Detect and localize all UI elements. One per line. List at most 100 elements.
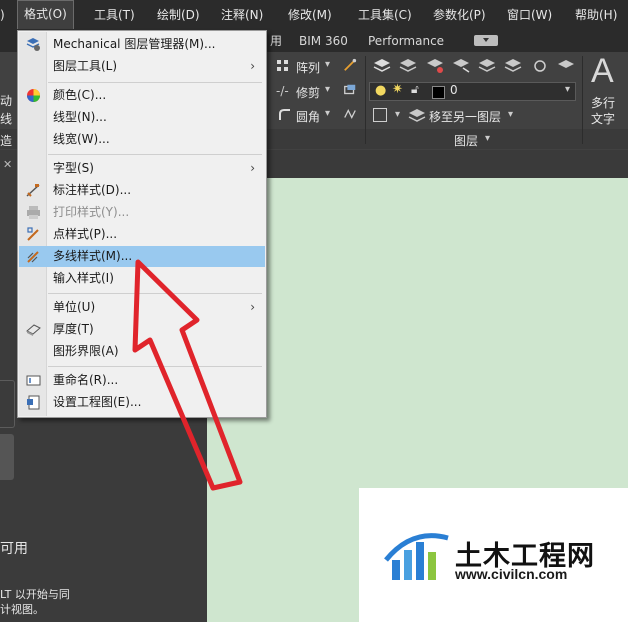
menu-item-label: 打印样式(Y)... bbox=[53, 205, 130, 219]
stretch-icon[interactable] bbox=[343, 58, 357, 72]
menu-item-point-style[interactable]: 点样式(P)... bbox=[19, 224, 265, 245]
point-style-icon bbox=[27, 227, 39, 241]
menu-item-format[interactable]: 格式(O) bbox=[17, 0, 74, 29]
layer-match-chevron-icon[interactable]: ▾ bbox=[395, 109, 400, 120]
print-style-icon bbox=[27, 206, 40, 219]
offset-icon[interactable] bbox=[343, 83, 357, 97]
join-icon[interactable] bbox=[343, 107, 357, 121]
submenu-arrow-icon: › bbox=[250, 300, 255, 314]
menu-item-label: 线宽(W)... bbox=[53, 132, 110, 146]
layers-panel-label[interactable]: 图层 bbox=[454, 132, 478, 149]
menu-item-annotate[interactable]: 注释(N) bbox=[221, 0, 263, 30]
menu-item-help[interactable]: 帮助(H) bbox=[575, 0, 617, 30]
left-panel-text-2: LT 以开始与同 bbox=[0, 588, 70, 601]
layer-freeze-icon[interactable] bbox=[504, 58, 522, 74]
layer-walk-icon[interactable] bbox=[557, 58, 575, 74]
drawing-setup-icon bbox=[27, 395, 40, 410]
layer-lock-icon[interactable] bbox=[531, 58, 549, 74]
move-to-layer-button[interactable]: 移至另一图层 bbox=[429, 108, 501, 125]
menu-separator bbox=[48, 154, 262, 155]
menu-item-toolsets[interactable]: 工具集(C) bbox=[358, 0, 412, 30]
layer-isolate-icon[interactable] bbox=[426, 58, 444, 74]
menu-item-thickness[interactable]: 厚度(T) bbox=[19, 319, 265, 340]
menu-item-layer-tools[interactable]: 图层工具(L) › bbox=[19, 56, 265, 77]
layer-manager-icon bbox=[26, 38, 40, 51]
file-tab-bar bbox=[207, 150, 628, 178]
submenu-arrow-icon: › bbox=[250, 59, 255, 73]
rename-icon bbox=[26, 375, 41, 386]
menu-item-label: 多线样式(M)... bbox=[53, 249, 133, 263]
left-panel-text-3: 计视图。 bbox=[0, 603, 44, 616]
array-button[interactable]: 阵列 bbox=[296, 59, 320, 76]
lightbulb-icon: ● bbox=[375, 83, 387, 98]
menu-item-dimension-style[interactable]: 标注样式(D)... bbox=[19, 180, 265, 201]
menu-item-draw[interactable]: 绘制(D) bbox=[157, 0, 200, 30]
fillet-dropdown-chevron-icon[interactable]: ▾ bbox=[325, 108, 330, 119]
move-to-layer-chevron-icon[interactable]: ▾ bbox=[508, 109, 513, 120]
format-menu-dropdown: Mechanical 图层管理器(M)... 图层工具(L) › 颜色(C)..… bbox=[17, 30, 267, 418]
menu-item-modify[interactable]: 修改(M) bbox=[288, 0, 332, 30]
left-ribbon-fragment-1: 动 bbox=[0, 94, 13, 108]
menu-item-text-style[interactable]: 字型(S) › bbox=[19, 158, 265, 179]
menu-item-label: 标注样式(D)... bbox=[53, 183, 132, 197]
left-panel-text-1: 可用 bbox=[0, 541, 28, 557]
menu-item-multiline-style[interactable]: 多线样式(M)... bbox=[19, 246, 265, 267]
menu-bar: ) 格式(O) 工具(T) 绘制(D) 注释(N) 修改(M) 工具集(C) 参… bbox=[0, 0, 628, 31]
tab-bim360[interactable]: BIM 360 bbox=[299, 30, 348, 52]
menu-item-drawing-setup[interactable]: 设置工程图(E)... bbox=[19, 392, 265, 413]
submenu-arrow-icon: › bbox=[250, 161, 255, 175]
array-dropdown-chevron-icon[interactable]: ▾ bbox=[325, 59, 330, 70]
move-to-layer-icon bbox=[408, 109, 426, 122]
layer-off-icon[interactable] bbox=[478, 58, 496, 74]
multiline-text-label-1[interactable]: 多行 bbox=[591, 94, 615, 111]
panel-close-icon[interactable]: ✕ bbox=[3, 158, 12, 171]
fillet-button[interactable]: 圆角 bbox=[296, 108, 320, 125]
menu-item-linetype[interactable]: 线型(N)... bbox=[19, 107, 265, 128]
menu-item-label: 厚度(T) bbox=[53, 322, 94, 336]
menu-separator bbox=[48, 366, 262, 367]
dimension-style-icon bbox=[26, 184, 40, 197]
left-ribbon-fragment-3: 造 bbox=[0, 134, 13, 148]
layer-properties-icon[interactable] bbox=[373, 58, 391, 74]
menu-item-units[interactable]: 单位(U) › bbox=[19, 297, 265, 318]
menu-item-lineweight[interactable]: 线宽(W)... bbox=[19, 129, 265, 150]
menu-item-label: 设置工程图(E)... bbox=[53, 395, 142, 409]
layer-dropdown-value: 0 bbox=[450, 83, 458, 97]
left-ribbon-fragment-2: 线 bbox=[0, 112, 13, 126]
tab-performance[interactable]: Performance bbox=[368, 30, 444, 52]
trim-button[interactable]: 修剪 bbox=[296, 84, 320, 101]
menu-item-label: 单位(U) bbox=[53, 300, 96, 314]
layers-panel-chevron-icon[interactable]: ▾ bbox=[485, 133, 490, 144]
left-panel-button-2[interactable] bbox=[0, 434, 14, 480]
menu-item-import-style[interactable]: 输入样式(I) bbox=[19, 268, 265, 289]
trim-dropdown-icon[interactable]: -/- bbox=[276, 84, 289, 98]
menu-item-label: 重命名(R)... bbox=[53, 373, 119, 387]
menu-item-mechanical-layer-manager[interactable]: Mechanical 图层管理器(M)... bbox=[19, 34, 265, 55]
multiline-text-icon[interactable]: A bbox=[591, 52, 614, 91]
menu-item-rename[interactable]: 重命名(R)... bbox=[19, 370, 265, 391]
layer-dropdown-chevron-icon[interactable]: ▾ bbox=[565, 84, 570, 95]
menu-item-label: 图层工具(L) bbox=[53, 59, 118, 73]
trim-dropdown-chevron-icon[interactable]: ▾ bbox=[325, 84, 330, 95]
tab-fragment[interactable]: 用 bbox=[270, 30, 282, 52]
multiline-text-label-2[interactable]: 文字 bbox=[591, 110, 615, 127]
layer-unisolate-icon[interactable] bbox=[452, 58, 470, 74]
menu-item-window[interactable]: 窗口(W) bbox=[507, 0, 552, 30]
layer-match-icon[interactable] bbox=[373, 108, 387, 122]
menu-item-parametric[interactable]: 参数化(P) bbox=[433, 0, 486, 30]
left-panel-button-1[interactable] bbox=[0, 380, 15, 428]
sun-icon: ✷ bbox=[392, 82, 403, 97]
ribbon-separator-2 bbox=[582, 56, 583, 144]
tab-overflow-toggle[interactable] bbox=[474, 35, 498, 46]
layer-state-icon[interactable] bbox=[399, 58, 417, 74]
menu-item-tools[interactable]: 工具(T) bbox=[94, 0, 135, 30]
menu-item-color[interactable]: 颜色(C)... bbox=[19, 85, 265, 106]
menu-item-plot-style[interactable]: 打印样式(Y)... bbox=[19, 202, 265, 223]
menu-item-drawing-limits[interactable]: 图形界限(A) bbox=[19, 341, 265, 362]
menu-item-label: 输入样式(I) bbox=[53, 271, 114, 285]
unlock-icon: 🔓︎ bbox=[411, 82, 419, 96]
menu-item-label: 图形界限(A) bbox=[53, 344, 119, 358]
civilcn-logo-icon bbox=[384, 533, 449, 580]
layer-color-swatch bbox=[432, 86, 445, 99]
menu-item-fragment[interactable]: ) bbox=[0, 0, 5, 30]
